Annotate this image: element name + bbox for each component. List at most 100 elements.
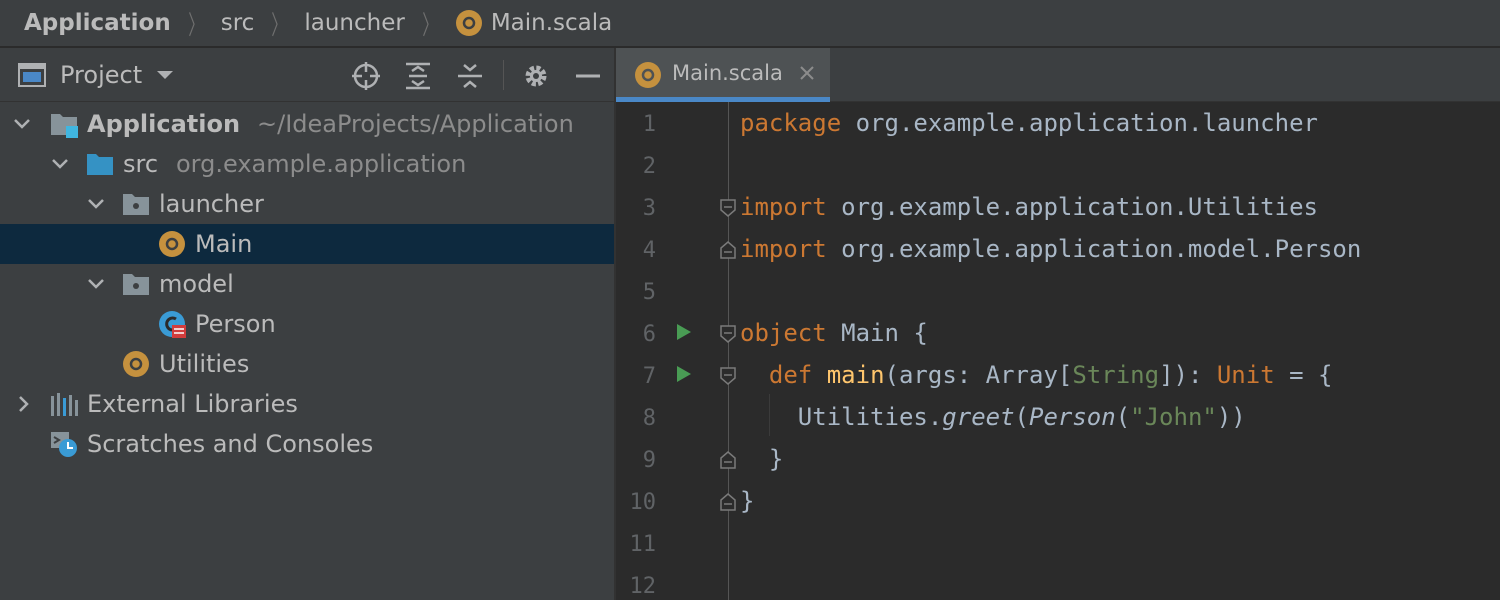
scala-case-class-icon [159, 311, 186, 338]
tree-item-label: Scratches and Consoles [87, 430, 374, 458]
line-number: 10 [629, 490, 657, 515]
tree-item-application[interactable]: Application ~/IdeaProjects/Application [0, 104, 614, 144]
breadcrumb-separator: 〉 [187, 10, 204, 41]
hide-panel-button[interactable] [573, 61, 603, 91]
line-number: 3 [642, 196, 656, 221]
tree-item-path-hint: ~/IdeaProjects/Application [257, 110, 574, 138]
breadcrumb-item-main-scala[interactable]: Main.scala [455, 9, 612, 37]
tree-item-launcher[interactable]: launcher [0, 184, 614, 224]
code-token: Main { [826, 319, 928, 347]
code-token: org.example.application.Utilities [826, 193, 1318, 221]
scala-object-icon [635, 62, 661, 88]
library-icon [51, 393, 78, 416]
code-token: org.example.application.launcher [841, 109, 1318, 137]
close-icon[interactable] [796, 62, 818, 84]
breadcrumb-item-launcher[interactable]: launcher [304, 10, 404, 36]
locate-button[interactable] [351, 61, 381, 91]
tree-item-scratches[interactable]: Scratches and Consoles [0, 424, 614, 464]
project-view-selector[interactable]: Project [60, 61, 142, 89]
settings-button[interactable] [521, 61, 551, 91]
class-token: Person [1029, 403, 1116, 431]
tree-item-model[interactable]: model [0, 264, 614, 304]
code-token: Utilities. [740, 403, 943, 431]
breadcrumb-item-application[interactable]: Application [24, 10, 171, 36]
fold-close-icon[interactable] [720, 241, 736, 259]
tree-item-label: External Libraries [87, 390, 298, 418]
line-number: 6 [642, 322, 656, 347]
tree-item-utilities[interactable]: Utilities [0, 344, 614, 384]
line-number: 7 [642, 364, 656, 389]
string-token: "John" [1130, 403, 1217, 431]
line-number: 8 [642, 406, 656, 431]
tree-item-src[interactable]: src org.example.application [0, 144, 614, 184]
tree-item-label: Person [195, 310, 276, 338]
line-number: 11 [629, 532, 657, 557]
chevron-down-icon[interactable] [50, 154, 70, 174]
tree-item-package-hint: org.example.application [176, 150, 467, 178]
tree-item-label: model [159, 270, 234, 298]
chevron-down-icon[interactable] [12, 114, 32, 134]
code-token: } [740, 445, 784, 473]
code-line-9: } [740, 445, 783, 473]
chevron-down-icon[interactable] [86, 274, 106, 294]
code-line-1: package org.example.application.launcher [740, 109, 1318, 137]
code-line-3: import org.example.application.Utilities [740, 193, 1318, 221]
fold-close-icon[interactable] [720, 493, 736, 511]
breadcrumb-separator: 〉 [271, 10, 288, 41]
code-token: } [740, 487, 755, 515]
fold-open-icon[interactable] [720, 199, 736, 217]
code-token: )) [1216, 403, 1246, 431]
indent-token [740, 361, 769, 389]
tree-item-label: Utilities [159, 350, 250, 378]
minimize-icon [576, 74, 600, 78]
expand-all-button[interactable] [403, 61, 433, 91]
scala-object-icon [159, 231, 185, 257]
code-line-6: object Main { [740, 319, 928, 347]
chevron-down-icon[interactable] [86, 194, 106, 214]
package-folder-icon [123, 274, 149, 295]
collapse-all-icon [458, 64, 482, 88]
run-icon[interactable] [676, 323, 692, 341]
tree-item-person[interactable]: Person [0, 304, 614, 344]
package-folder-icon [123, 194, 149, 215]
tree-item-external-libraries[interactable]: External Libraries [0, 384, 614, 424]
keyword-token: import [740, 193, 827, 221]
toolbar-separator [503, 60, 504, 90]
code-editor[interactable]: 1 2 3 4 5 6 7 8 9 10 11 12 package org.e… [616, 102, 1500, 600]
line-number: 2 [642, 154, 656, 179]
scratches-icon [51, 432, 77, 457]
type-token: String [1072, 361, 1160, 389]
fold-open-icon[interactable] [720, 325, 736, 343]
project-panel-header: Project [0, 48, 614, 102]
code-line-7: def main(args: Array[String]): Unit = { [740, 361, 1333, 389]
tree-item-label: src [123, 150, 159, 178]
code-token: ]): [1159, 361, 1217, 389]
breadcrumb-item-src[interactable]: src [221, 10, 255, 36]
tree-item-label: launcher [159, 190, 264, 218]
tree-item-label: Application [87, 110, 241, 138]
keyword-token: package [740, 109, 842, 137]
line-number: 4 [642, 238, 656, 263]
keyword-token: def [768, 361, 813, 389]
line-number: 12 [629, 574, 657, 599]
breadcrumb-file-label: Main.scala [490, 10, 613, 36]
code-line-10: } [740, 487, 754, 515]
scala-object-icon [123, 351, 149, 377]
chevron-right-icon[interactable] [14, 394, 34, 414]
fold-close-icon[interactable] [720, 451, 736, 469]
chevron-down-icon[interactable] [156, 69, 174, 81]
run-icon[interactable] [676, 365, 692, 383]
tree-item-label: Main [195, 230, 253, 258]
tab-main-scala[interactable]: Main.scala [616, 48, 830, 102]
collapse-all-button[interactable] [455, 61, 485, 91]
function-name-token: main [826, 361, 885, 389]
fold-open-icon[interactable] [720, 367, 736, 385]
tree-item-main[interactable]: Main [0, 224, 614, 264]
line-number: 1 [642, 112, 656, 137]
keyword-token: Unit [1216, 361, 1275, 389]
tab-label: Main.scala [672, 61, 783, 85]
keyword-token: import [740, 235, 827, 263]
method-call-token: greet [942, 403, 1015, 431]
source-folder-icon [87, 154, 113, 175]
